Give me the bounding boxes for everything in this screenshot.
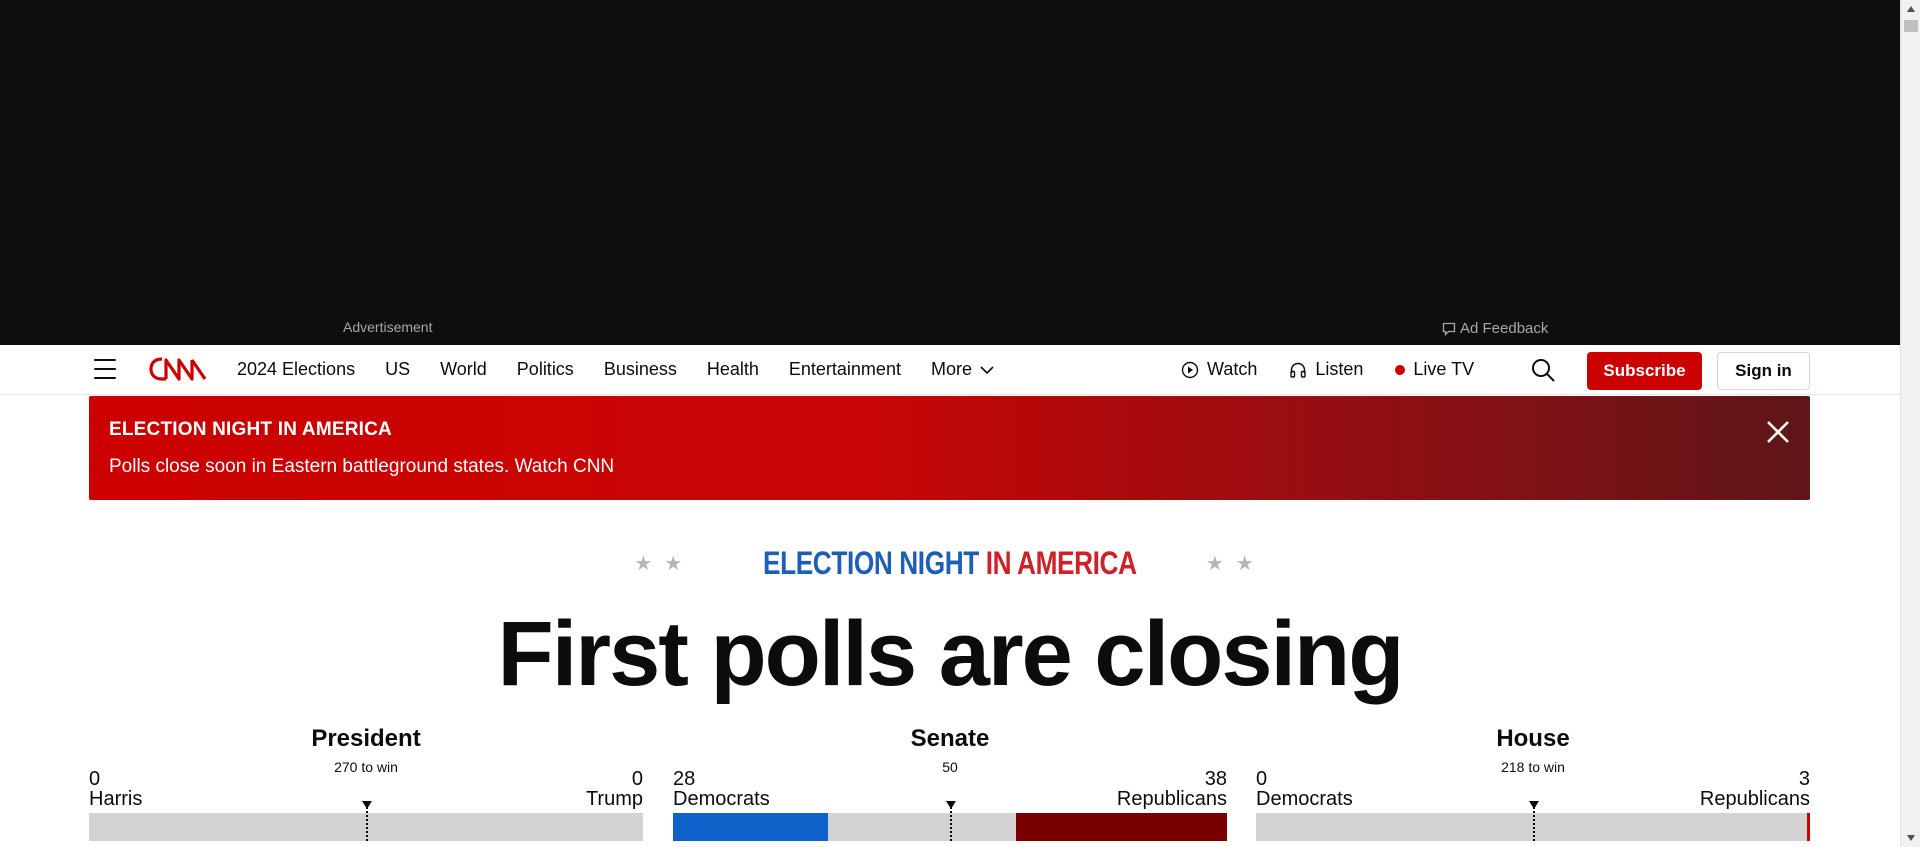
menu-icon[interactable]	[94, 359, 116, 379]
nav-links: 2024 Elections US World Politics Busines…	[237, 359, 1024, 380]
ad-feedback-label: Ad Feedback	[1460, 320, 1549, 337]
page-scrollbar[interactable]	[1900, 0, 1920, 847]
page: Advertisement Ad Feedback 2024 Elections…	[0, 0, 1900, 847]
left-name: Democrats	[673, 788, 770, 810]
search-icon[interactable]	[1530, 357, 1556, 383]
eyebrow-red: IN AMERICA	[979, 545, 1137, 581]
eyebrow-title: ELECTION NIGHT IN AMERICA	[763, 545, 1137, 582]
to-win-label: 50	[942, 759, 958, 775]
house-tracker[interactable]: House 0 Democrats 218 to win 3 Republica…	[1256, 725, 1810, 841]
left-count: 0	[89, 768, 101, 790]
stars-left-icon: ★★	[634, 553, 695, 575]
right-count: 3	[1798, 768, 1810, 790]
feedback-icon	[1442, 322, 1456, 336]
scroll-thumb[interactable]	[1904, 20, 1918, 32]
watch-label: Watch	[1207, 359, 1258, 379]
subscribe-button[interactable]: Subscribe	[1587, 352, 1702, 390]
threshold-marker	[946, 801, 956, 841]
advertisement-area[interactable]: Advertisement Ad Feedback	[0, 0, 1900, 345]
advertisement-label: Advertisement	[343, 319, 433, 335]
race-bar	[1256, 801, 1810, 841]
race-title: President	[311, 725, 421, 752]
live-dot-icon	[1395, 364, 1406, 375]
senate-tracker[interactable]: Senate 28 Democrats 50 38 Republicans	[673, 725, 1227, 841]
rep-fill	[1807, 813, 1810, 841]
nav-link-us[interactable]: US	[385, 359, 410, 380]
rep-fill	[1016, 813, 1227, 841]
race-bar	[89, 801, 643, 841]
president-tracker[interactable]: President 0 Harris 270 to win 0 Trump	[89, 725, 643, 841]
race-title: Senate	[910, 725, 990, 752]
listen-link[interactable]: Listen	[1289, 359, 1363, 380]
nav-link-entertainment[interactable]: Entertainment	[789, 359, 901, 380]
right-nav: Watch Listen Live TV	[1181, 359, 1506, 380]
threshold-marker	[362, 801, 372, 841]
stars-right-icon: ★★	[1205, 553, 1266, 575]
right-name: Trump	[585, 788, 643, 810]
live-tv-link[interactable]: Live TV	[1395, 359, 1474, 380]
nav-more-label: More	[930, 359, 972, 379]
main-nav: 2024 Elections US World Politics Busines…	[0, 345, 1900, 395]
race-bar	[673, 801, 1227, 841]
nav-link-world[interactable]: World	[440, 359, 487, 380]
scroll-down-arrow-icon[interactable]	[1901, 831, 1920, 845]
right-party: 38 Republicans	[1117, 769, 1227, 809]
dem-fill	[673, 813, 829, 841]
cnn-logo[interactable]	[148, 353, 208, 385]
scroll-up-arrow-icon[interactable]	[1901, 2, 1920, 16]
right-name: Republicans	[1699, 788, 1810, 810]
sign-in-button[interactable]: Sign in	[1717, 352, 1810, 390]
close-icon[interactable]	[1764, 418, 1792, 446]
right-count: 0	[631, 768, 643, 790]
right-name: Republicans	[1116, 788, 1227, 810]
nav-more-button[interactable]: More	[931, 359, 994, 380]
to-win-label: 218 to win	[1501, 759, 1565, 775]
headphones-icon	[1290, 362, 1307, 378]
page-headline[interactable]: First polls are closing	[0, 602, 1900, 707]
left-party: 0 Democrats	[1256, 769, 1353, 809]
chevron-down-icon	[980, 365, 994, 374]
left-name: Harris	[89, 788, 143, 810]
left-count: 28	[673, 768, 696, 790]
left-count: 0	[1256, 768, 1268, 790]
live-tv-label: Live TV	[1413, 359, 1475, 379]
nav-link-elections[interactable]: 2024 Elections	[237, 359, 355, 380]
to-win-label: 270 to win	[334, 759, 398, 775]
threshold-marker	[1529, 801, 1539, 841]
right-candidate: 0 Trump	[586, 769, 643, 809]
watch-link[interactable]: Watch	[1181, 359, 1257, 380]
race-title: House	[1496, 725, 1570, 752]
left-candidate: 0 Harris	[89, 769, 142, 809]
right-count: 38	[1204, 768, 1227, 790]
breaking-banner[interactable]: ELECTION NIGHT IN AMERICA Polls close so…	[89, 396, 1810, 500]
listen-label: Listen	[1315, 359, 1364, 379]
left-party: 28 Democrats	[673, 769, 770, 809]
nav-link-business[interactable]: Business	[604, 359, 677, 380]
nav-link-politics[interactable]: Politics	[517, 359, 574, 380]
election-eyebrow: ★★ ELECTION NIGHT IN AMERICA ★★	[0, 545, 1900, 582]
banner-text[interactable]: Polls close soon in Eastern battleground…	[109, 456, 614, 478]
right-party: 3 Republicans	[1700, 769, 1810, 809]
banner-title: ELECTION NIGHT IN AMERICA	[109, 419, 392, 440]
ad-feedback-link[interactable]: Ad Feedback	[1442, 320, 1548, 337]
left-name: Democrats	[1256, 788, 1353, 810]
play-circle-icon	[1181, 361, 1199, 378]
eyebrow-blue: ELECTION NIGHT	[763, 545, 980, 581]
nav-link-health[interactable]: Health	[707, 359, 759, 380]
